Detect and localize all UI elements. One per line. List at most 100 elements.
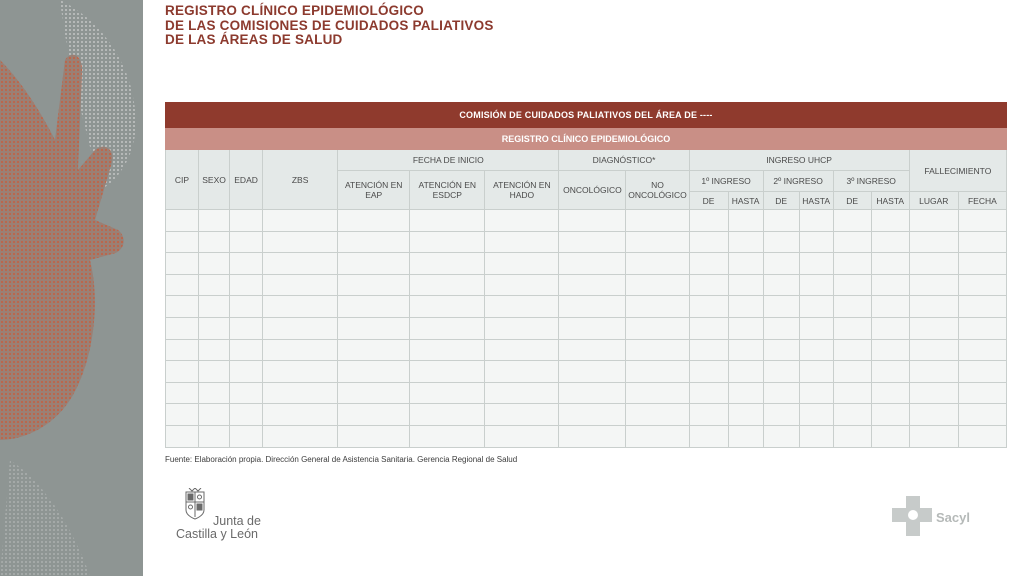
table-cell[interactable] — [870, 424, 910, 448]
table-cell[interactable] — [870, 209, 910, 232]
table-cell[interactable] — [762, 295, 800, 318]
table-cell[interactable] — [337, 230, 411, 254]
table-cell[interactable] — [688, 381, 729, 405]
table-cell[interactable] — [957, 316, 1008, 340]
table-cell[interactable] — [558, 252, 627, 275]
table-cell[interactable] — [262, 424, 339, 448]
table-cell[interactable] — [262, 252, 339, 275]
table-cell[interactable] — [409, 424, 486, 448]
table-cell[interactable] — [832, 209, 872, 232]
table-cell[interactable] — [798, 381, 834, 405]
table-cell[interactable] — [484, 209, 560, 232]
table-cell[interactable] — [832, 360, 872, 383]
table-cell[interactable] — [688, 338, 729, 362]
table-cell[interactable] — [164, 360, 200, 383]
table-cell[interactable] — [908, 252, 959, 275]
table-cell[interactable] — [409, 360, 486, 383]
table-cell[interactable] — [798, 403, 834, 426]
table-cell[interactable] — [957, 252, 1008, 275]
table-cell[interactable] — [409, 209, 486, 232]
table-cell[interactable] — [688, 209, 729, 232]
table-cell[interactable] — [727, 424, 764, 448]
table-cell[interactable] — [337, 360, 411, 383]
table-cell[interactable] — [164, 338, 200, 362]
table-cell[interactable] — [832, 295, 872, 318]
table-cell[interactable] — [870, 316, 910, 340]
table-cell[interactable] — [625, 316, 690, 340]
table-cell[interactable] — [625, 230, 690, 254]
table-cell[interactable] — [484, 295, 560, 318]
table-cell[interactable] — [798, 230, 834, 254]
table-cell[interactable] — [762, 381, 800, 405]
table-cell[interactable] — [908, 295, 959, 318]
table-cell[interactable] — [337, 316, 411, 340]
table-cell[interactable] — [625, 403, 690, 426]
table-cell[interactable] — [262, 273, 339, 297]
table-cell[interactable] — [229, 230, 264, 254]
table-cell[interactable] — [409, 403, 486, 426]
table-cell[interactable] — [409, 338, 486, 362]
table-cell[interactable] — [727, 295, 764, 318]
table-cell[interactable] — [558, 403, 627, 426]
table-cell[interactable] — [832, 338, 872, 362]
table-cell[interactable] — [908, 403, 959, 426]
table-cell[interactable] — [798, 295, 834, 318]
table-cell[interactable] — [908, 381, 959, 405]
table-cell[interactable] — [832, 316, 872, 340]
table-cell[interactable] — [908, 230, 959, 254]
table-cell[interactable] — [229, 295, 264, 318]
table-cell[interactable] — [337, 209, 411, 232]
table-cell[interactable] — [762, 403, 800, 426]
table-cell[interactable] — [558, 295, 627, 318]
table-cell[interactable] — [688, 360, 729, 383]
table-cell[interactable] — [229, 424, 264, 448]
table-cell[interactable] — [229, 316, 264, 340]
table-cell[interactable] — [164, 381, 200, 405]
table-cell[interactable] — [798, 360, 834, 383]
table-cell[interactable] — [198, 316, 231, 340]
table-cell[interactable] — [625, 338, 690, 362]
table-cell[interactable] — [688, 252, 729, 275]
table-cell[interactable] — [409, 273, 486, 297]
table-cell[interactable] — [164, 403, 200, 426]
table-cell[interactable] — [198, 252, 231, 275]
table-cell[interactable] — [870, 360, 910, 383]
table-cell[interactable] — [688, 424, 729, 448]
table-cell[interactable] — [832, 273, 872, 297]
table-cell[interactable] — [957, 360, 1008, 383]
table-cell[interactable] — [164, 252, 200, 275]
table-cell[interactable] — [688, 273, 729, 297]
table-cell[interactable] — [262, 209, 339, 232]
table-cell[interactable] — [262, 381, 339, 405]
table-cell[interactable] — [957, 338, 1008, 362]
table-cell[interactable] — [198, 230, 231, 254]
table-cell[interactable] — [727, 209, 764, 232]
table-cell[interactable] — [798, 252, 834, 275]
table-cell[interactable] — [229, 338, 264, 362]
table-cell[interactable] — [957, 403, 1008, 426]
table-cell[interactable] — [727, 273, 764, 297]
table-cell[interactable] — [164, 316, 200, 340]
table-cell[interactable] — [262, 360, 339, 383]
table-cell[interactable] — [762, 230, 800, 254]
table-cell[interactable] — [198, 338, 231, 362]
table-cell[interactable] — [484, 316, 560, 340]
table-cell[interactable] — [957, 230, 1008, 254]
table-cell[interactable] — [337, 338, 411, 362]
table-cell[interactable] — [688, 295, 729, 318]
table-cell[interactable] — [198, 381, 231, 405]
table-cell[interactable] — [727, 360, 764, 383]
table-cell[interactable] — [337, 381, 411, 405]
table-cell[interactable] — [870, 230, 910, 254]
table-cell[interactable] — [727, 316, 764, 340]
table-cell[interactable] — [625, 360, 690, 383]
table-cell[interactable] — [832, 424, 872, 448]
table-cell[interactable] — [409, 295, 486, 318]
table-cell[interactable] — [727, 230, 764, 254]
table-cell[interactable] — [337, 403, 411, 426]
table-cell[interactable] — [727, 252, 764, 275]
table-cell[interactable] — [798, 424, 834, 448]
table-cell[interactable] — [762, 424, 800, 448]
table-cell[interactable] — [908, 273, 959, 297]
table-cell[interactable] — [229, 360, 264, 383]
